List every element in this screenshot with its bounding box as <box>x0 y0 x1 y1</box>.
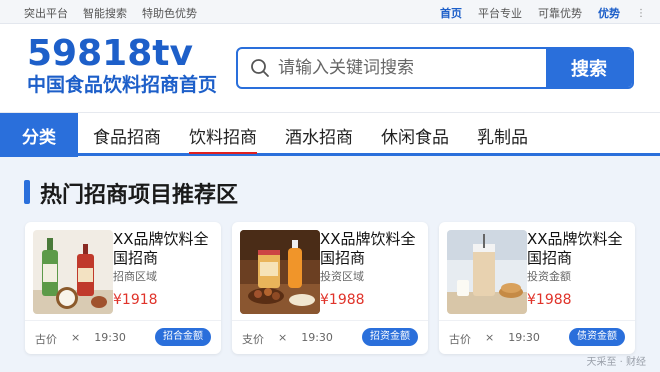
topbar-platform-link[interactable]: 平台专业 <box>478 5 522 21</box>
search-icon <box>251 59 269 77</box>
nav-items: 食品招商 饮料招商 酒水招商 休闲食品 乳制品 <box>93 113 528 157</box>
site-logo[interactable]: 59818tv <box>27 34 193 74</box>
close-icon[interactable]: × <box>71 331 80 347</box>
project-card[interactable]: XX品牌饮料全国招商 投资金额 ¥1988 古价 × 19:30 债资金额 <box>439 222 635 354</box>
topbar-link-3[interactable]: 特助色优势 <box>142 5 197 21</box>
card-badge-button[interactable]: 招资金额 <box>362 328 418 346</box>
nav-item-beverage[interactable]: 饮料招商 <box>189 123 257 154</box>
card-footer: 古价 × 19:30 债资金额 <box>439 320 635 354</box>
product-image[interactable] <box>33 230 113 314</box>
card-subtitle: 招商区域 <box>113 270 157 283</box>
card-subtitle: 投资区域 <box>320 270 364 283</box>
card-footer: 支价 × 19:30 招资金额 <box>232 320 428 354</box>
close-icon[interactable]: × <box>485 331 494 347</box>
footer-time: 19:30 <box>508 331 540 344</box>
more-icon[interactable]: ⋮ <box>636 8 646 19</box>
footer-time: 19:30 <box>94 331 126 344</box>
search-button[interactable]: 搜索 <box>546 49 632 87</box>
card-price: ¥1988 <box>527 292 572 308</box>
close-icon[interactable]: × <box>278 331 287 347</box>
card-price: ¥1918 <box>113 292 158 308</box>
watermark: 天采至 · 财经 <box>586 357 646 368</box>
topbar-link-1[interactable]: 突出平台 <box>24 5 68 21</box>
nav-item-dairy[interactable]: 乳制品 <box>477 123 528 148</box>
topbar-left-links: 突出平台 智能搜索 特助色优势 <box>24 5 197 21</box>
nav-item-food[interactable]: 食品招商 <box>93 123 161 148</box>
footer-label: 古价 <box>35 333 57 346</box>
topbar-reliable-link[interactable]: 可靠优势 <box>538 5 582 21</box>
top-utility-bar: 突出平台 智能搜索 特助色优势 首页 平台专业 可靠优势 优势 ⋮ <box>0 0 660 24</box>
footer-time: 19:30 <box>301 331 333 344</box>
milk-tea-image-icon <box>447 230 527 314</box>
card-badge-button[interactable]: 招合金额 <box>155 328 211 346</box>
topbar-advantage-link[interactable]: 优势 <box>598 5 620 21</box>
search-box: 搜索 <box>236 47 634 89</box>
card-title[interactable]: XX品牌饮料全国招商 <box>320 230 424 268</box>
nav-item-snacks[interactable]: 休闲食品 <box>381 123 449 148</box>
card-badge-button[interactable]: 债资金额 <box>569 328 625 346</box>
section-title: 热门招商项目推荐区 <box>40 183 239 208</box>
topbar-link-2[interactable]: 智能搜索 <box>83 5 127 21</box>
nav-item-liquor[interactable]: 酒水招商 <box>285 123 353 148</box>
card-subtitle: 投资金额 <box>527 270 571 283</box>
snacks-image-icon <box>240 230 320 314</box>
product-image[interactable] <box>447 230 527 314</box>
card-footer: 古价 × 19:30 招合金额 <box>25 320 221 354</box>
topbar-home-link[interactable]: 首页 <box>440 5 462 21</box>
card-title[interactable]: XX品牌饮料全国招商 <box>113 230 217 268</box>
bottles-image-icon <box>33 230 113 314</box>
site-header: 59818tv 中国食品饮料招商首页 搜索 <box>0 24 660 112</box>
search-input[interactable] <box>278 49 538 87</box>
product-image[interactable] <box>240 230 320 314</box>
card-title[interactable]: XX品牌饮料全国招商 <box>527 230 631 268</box>
footer-label: 支价 <box>242 333 264 346</box>
category-nav: 分类 食品招商 饮料招商 酒水招商 休闲食品 乳制品 <box>0 112 660 157</box>
project-card[interactable]: XX品牌饮料全国招商 招商区域 ¥1918 古价 × 19:30 招合金额 <box>25 222 221 354</box>
section-accent-bar <box>24 180 30 204</box>
card-price: ¥1988 <box>320 292 365 308</box>
site-tagline: 中国食品饮料招商首页 <box>27 74 218 96</box>
footer-label: 古价 <box>449 333 471 346</box>
project-card[interactable]: XX品牌饮料全国招商 投资区域 ¥1988 支价 × 19:30 招资金额 <box>232 222 428 354</box>
category-button[interactable]: 分类 <box>0 113 78 157</box>
topbar-right-links: 首页 平台专业 可靠优势 优势 ⋮ <box>440 5 646 21</box>
